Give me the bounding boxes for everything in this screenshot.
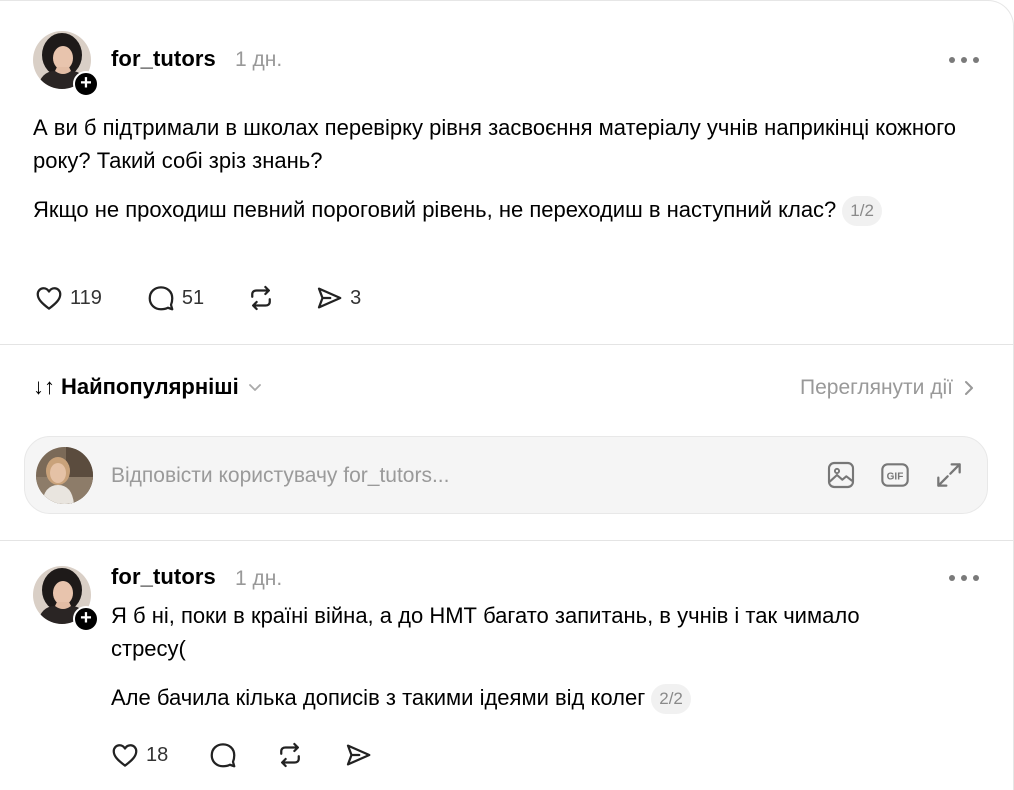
- post-actions: 119 51 3: [34, 283, 361, 313]
- current-user-avatar-image: [36, 447, 93, 504]
- comment-button[interactable]: [208, 740, 238, 770]
- like-count: 119: [70, 286, 102, 309]
- comment-bubble-icon: [148, 286, 174, 311]
- post-timestamp[interactable]: 1 дн.: [235, 48, 282, 72]
- follow-plus-icon[interactable]: +: [73, 71, 99, 97]
- follow-plus-icon[interactable]: +: [73, 606, 99, 632]
- reply-paragraph-1: Я б ні, поки в країні війна, а до НМТ ба…: [111, 603, 860, 661]
- more-dots-icon[interactable]: [949, 54, 979, 66]
- more-dots-icon[interactable]: [949, 572, 979, 584]
- chevron-down-icon: [248, 384, 261, 391]
- like-count: 18: [146, 743, 169, 766]
- reply-tools: GIF: [825, 459, 965, 496]
- send-icon: [347, 744, 371, 766]
- repost-button[interactable]: [275, 740, 305, 770]
- expand-icon[interactable]: [933, 459, 965, 496]
- gif-icon[interactable]: GIF: [879, 459, 911, 496]
- divider: [0, 344, 1014, 345]
- reply-paragraph-2-text: Але бачила кілька дописів з такими ідеям…: [111, 685, 646, 710]
- repost-icon: [251, 285, 272, 311]
- reply-timestamp[interactable]: 1 дн.: [235, 567, 282, 591]
- share-button[interactable]: [343, 740, 373, 770]
- view-activity-link[interactable]: Переглянути дії: [800, 376, 975, 400]
- divider: [0, 540, 1014, 541]
- comment-bubble-icon: [210, 743, 236, 768]
- chevron-right-icon: [965, 381, 973, 395]
- sort-dropdown[interactable]: ↓↑ Найпопулярніші: [33, 374, 263, 400]
- reply-paragraph-2: Але бачила кілька дописів з такими ідеям…: [111, 681, 911, 714]
- image-icon[interactable]: [825, 459, 857, 496]
- sort-arrows-icon: ↓↑: [33, 374, 55, 399]
- comment-button[interactable]: 51: [146, 283, 204, 313]
- heart-icon: [36, 287, 62, 310]
- view-activity-label: Переглянути дії: [800, 376, 953, 399]
- svg-text:GIF: GIF: [887, 471, 904, 482]
- page-indicator: 1/2: [842, 196, 882, 226]
- post-username[interactable]: for_tutors: [111, 46, 216, 72]
- post-paragraph-2-text: Якщо не проходиш певний пороговий рівень…: [33, 197, 837, 222]
- reply-composer: GIF: [24, 436, 988, 514]
- share-count: 3: [350, 286, 362, 309]
- reply-author-avatar[interactable]: +: [33, 566, 99, 632]
- page-indicator: 2/2: [651, 684, 691, 714]
- share-button[interactable]: 3: [314, 283, 361, 313]
- send-icon: [318, 287, 342, 309]
- reply-input[interactable]: [111, 459, 711, 493]
- like-button[interactable]: 119: [34, 283, 102, 313]
- current-user-avatar[interactable]: [36, 447, 93, 504]
- heart-icon: [112, 744, 138, 767]
- repost-icon: [280, 742, 301, 768]
- sort-label: Найпопулярніші: [61, 374, 239, 399]
- repost-button[interactable]: [246, 283, 276, 313]
- reply-username[interactable]: for_tutors: [111, 564, 216, 590]
- like-button[interactable]: 18: [110, 740, 168, 770]
- post-paragraph-2: Якщо не проходиш певний пороговий рівень…: [33, 193, 913, 226]
- author-avatar[interactable]: +: [33, 31, 99, 97]
- comment-count: 51: [181, 286, 205, 309]
- post-paragraph-1: А ви б підтримали в школах перевірку рів…: [33, 115, 957, 173]
- thread-card: + for_tutors 1 дн. А ви б підтримали в ш…: [0, 0, 1014, 790]
- reply-actions: 18: [110, 740, 373, 770]
